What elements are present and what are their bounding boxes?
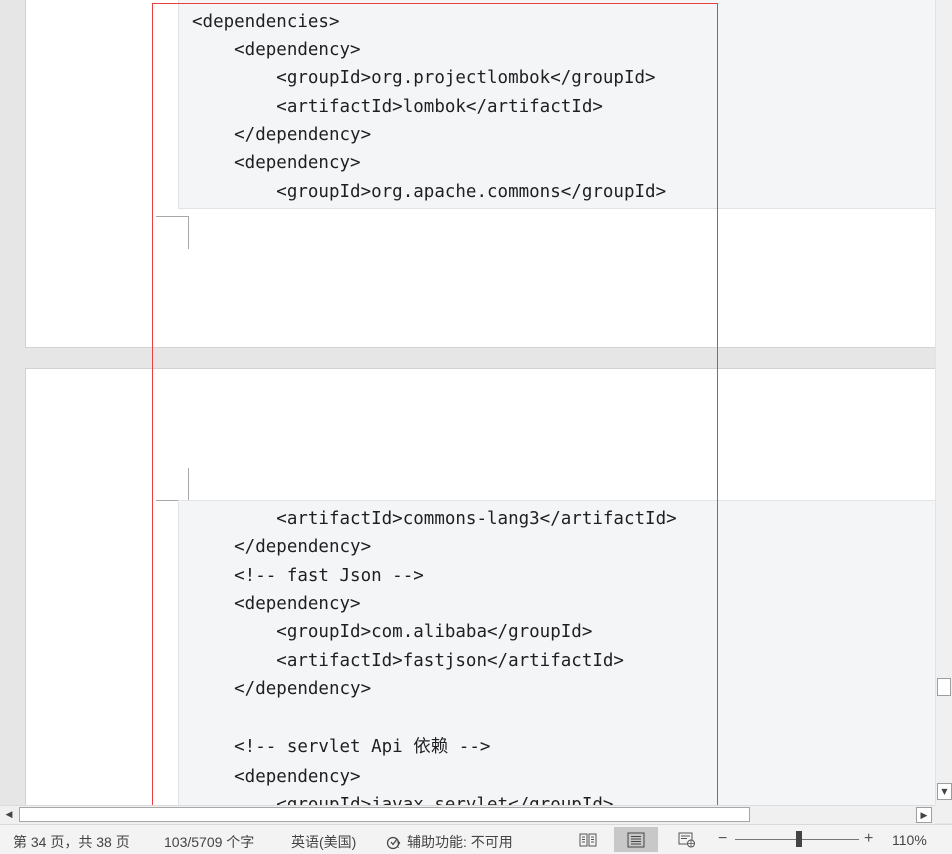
horizontal-scrollbar[interactable]: ◀ ▶ <box>0 805 935 824</box>
code-line: <groupId>javax.servlet</groupId> <box>192 795 614 805</box>
print-layout-button[interactable] <box>614 827 658 852</box>
scroll-left-arrow-icon[interactable]: ◀ <box>1 807 17 823</box>
code-line: </dependency> <box>192 125 372 145</box>
code-line: </dependency> <box>192 679 372 699</box>
scrollbar-corner <box>935 805 952 823</box>
code-line: <dependency> <box>192 767 361 787</box>
code-line: <dependencies> <box>192 12 340 32</box>
print-layout-icon <box>627 832 645 847</box>
read-mode-button[interactable] <box>566 827 610 852</box>
code-line: <artifactId>fastjson</artifactId> <box>192 651 624 671</box>
vertical-scrollbar[interactable]: ▼ <box>935 0 952 805</box>
vertical-scroll-thumb[interactable] <box>937 678 951 696</box>
code-block[interactable]: <dependencies> <dependency> <groupId>org… <box>178 0 935 209</box>
code-line: <groupId>org.apache.commons</groupId> <box>192 182 667 202</box>
language-status[interactable]: 英语(美国) <box>291 832 356 852</box>
status-bar: 第 34 页，共 38 页 103/5709 个字 英语(美国) ? 辅助功能:… <box>0 824 952 854</box>
code-line: <artifactId>lombok</artifactId> <box>192 97 603 117</box>
zoom-in-button[interactable]: + <box>864 830 873 848</box>
document-page-34: <dependencies> <dependency> <groupId>org… <box>25 0 935 348</box>
margin-corner-mark <box>156 468 189 501</box>
code-line: <!-- servlet Api 依赖 --> <box>192 737 491 757</box>
code-line: <groupId>org.projectlombok</groupId> <box>192 68 656 88</box>
web-layout-icon <box>678 832 695 847</box>
zoom-slider-thumb[interactable] <box>796 831 802 847</box>
document-page-35: <artifactId>commons-lang3</artifactId> <… <box>25 368 935 805</box>
code-line: <groupId>com.alibaba</groupId> <box>192 622 593 642</box>
code-line: <dependency> <box>192 40 361 60</box>
horizontal-scroll-thumb[interactable] <box>19 807 750 822</box>
document-canvas[interactable]: <dependencies> <dependency> <groupId>org… <box>0 0 935 805</box>
accessibility-status-label: 辅助功能: 不可用 <box>407 834 513 850</box>
web-layout-button[interactable] <box>665 827 709 852</box>
code-line: <dependency> <box>192 594 361 614</box>
margin-corner-mark <box>156 216 189 249</box>
scroll-right-arrow-icon[interactable]: ▶ <box>916 807 932 823</box>
svg-text:?: ? <box>396 841 401 850</box>
code-line: <!-- fast Json --> <box>192 566 424 586</box>
zoom-out-button[interactable]: − <box>718 830 727 848</box>
accessibility-status[interactable]: ? 辅助功能: 不可用 <box>386 832 513 852</box>
page-count-status[interactable]: 第 34 页，共 38 页 <box>13 832 130 852</box>
code-line: <artifactId>commons-lang3</artifactId> <box>192 509 677 529</box>
accessibility-check-icon: ? <box>386 836 401 850</box>
code-line: </dependency> <box>192 537 372 557</box>
zoom-level-indicator[interactable]: 110% <box>892 832 927 848</box>
scroll-down-arrow-icon[interactable]: ▼ <box>937 783 952 800</box>
word-count-status[interactable]: 103/5709 个字 <box>164 832 254 852</box>
read-mode-icon <box>579 833 597 846</box>
code-block[interactable]: <artifactId>commons-lang3</artifactId> <… <box>178 500 935 805</box>
code-line: <dependency> <box>192 153 361 173</box>
